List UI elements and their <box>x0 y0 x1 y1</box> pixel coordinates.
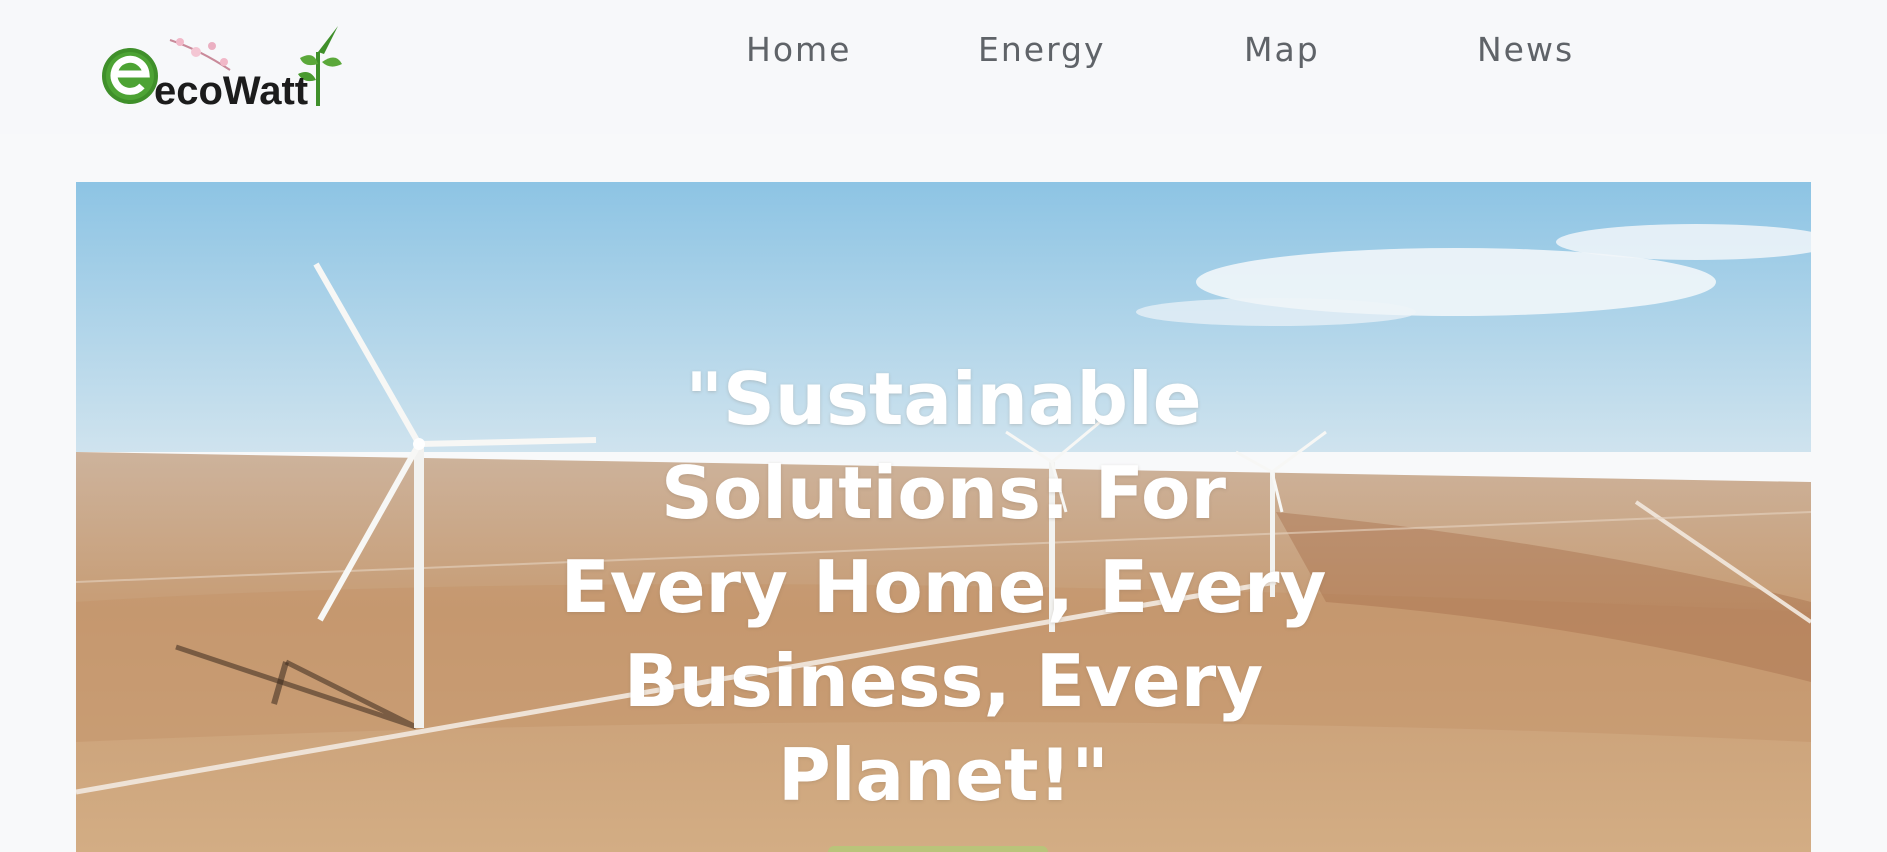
hero-headline: "Sustainable Solutions: For Every Home, … <box>560 357 1327 817</box>
hero-banner: "Sustainable Solutions: For Every Home, … <box>76 182 1811 852</box>
main-nav: Home Energy Map News <box>0 0 1887 104</box>
nav-map-link[interactable]: Map <box>1244 30 1320 69</box>
hero-cta-button[interactable] <box>828 846 1048 852</box>
site-header: ecoWatt Home Energy Map News <box>0 0 1887 134</box>
nav-news-link[interactable]: News <box>1477 30 1574 69</box>
nav-home-link[interactable]: Home <box>746 30 851 69</box>
nav-energy-link[interactable]: Energy <box>978 30 1106 69</box>
